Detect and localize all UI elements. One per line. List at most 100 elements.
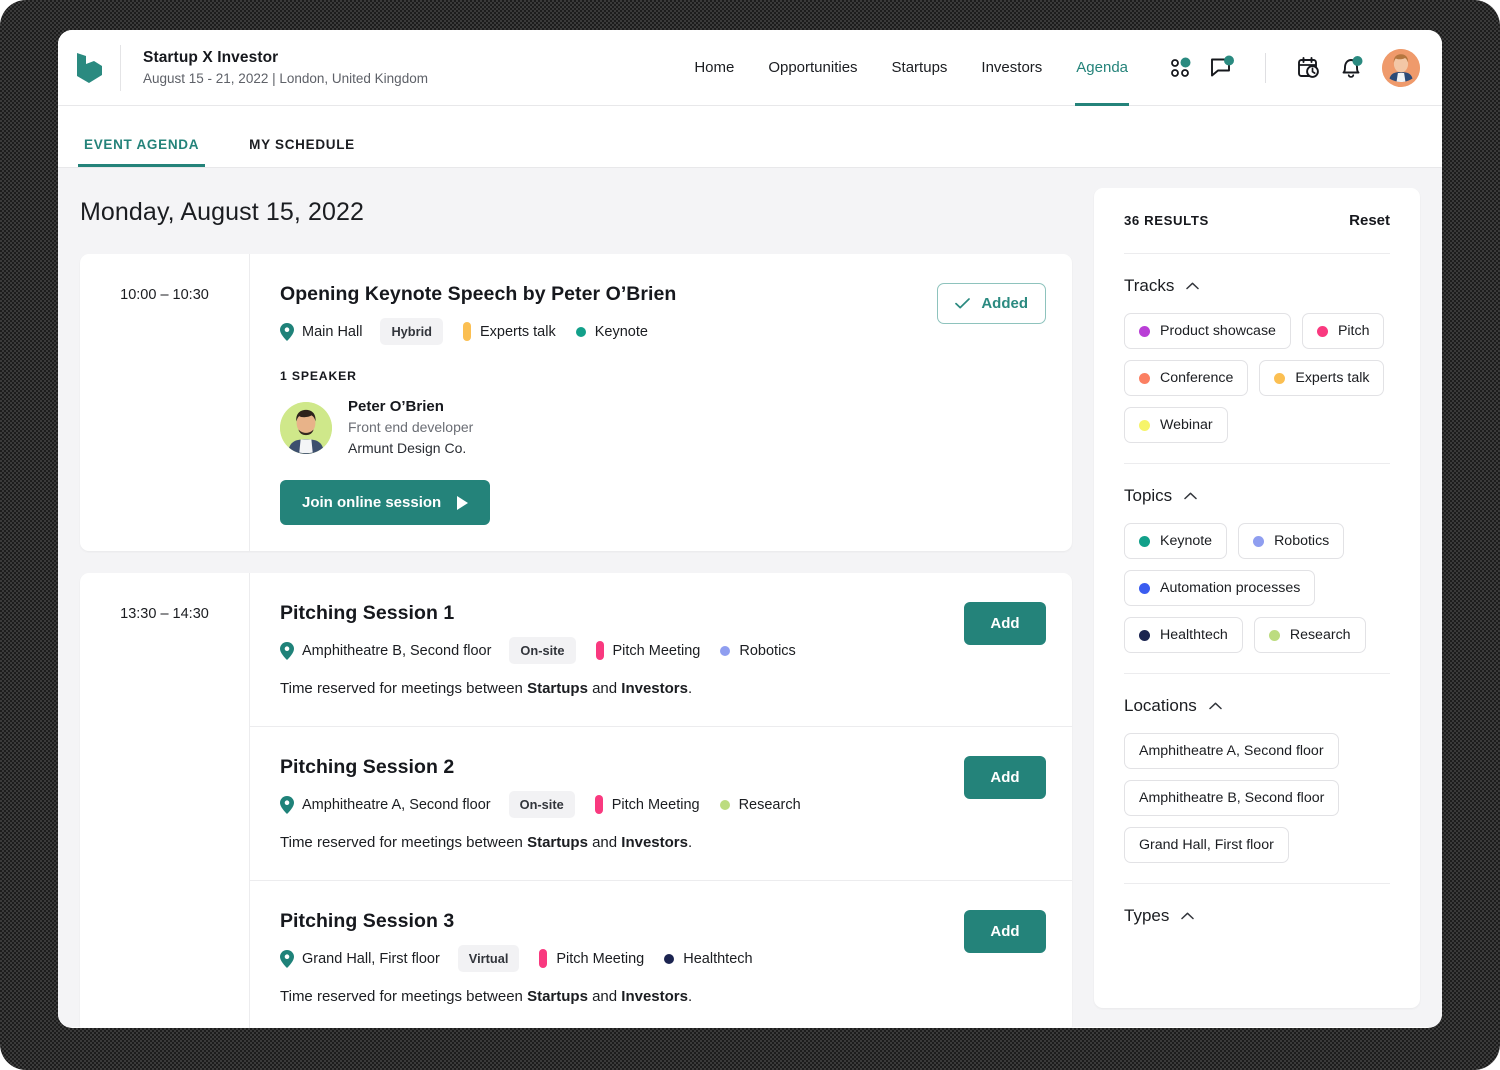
chat-bubble-icon[interactable] <box>1209 55 1235 81</box>
added-button[interactable]: Added <box>937 283 1046 324</box>
topic-color-dot <box>720 645 731 656</box>
session-location-text: Amphitheatre A, Second floor <box>302 796 491 813</box>
filter-group-tracks-header[interactable]: Tracks <box>1124 276 1390 296</box>
topic-label: Robotics <box>739 642 796 659</box>
filter-group-types: Types <box>1124 883 1390 930</box>
brand-text-block: Startup X Investor August 15 - 21, 2022 … <box>120 44 428 91</box>
reset-filters-button[interactable]: Reset <box>1349 212 1390 229</box>
filter-pill[interactable]: Amphitheatre B, Second floor <box>1124 780 1340 816</box>
filter-pill[interactable]: Amphitheatre A, Second floor <box>1124 733 1339 769</box>
filters-panel: 36 RESULTS Reset Tracks Product showcase <box>1094 188 1420 1008</box>
pill-color-dot <box>1139 419 1150 431</box>
session-item: Pitching Session 1 Amphitheatre B, Secon… <box>250 573 1072 726</box>
filter-pill[interactable]: Webinar <box>1124 407 1228 443</box>
agenda-day-title: Monday, August 15, 2022 <box>80 198 364 226</box>
filter-pill[interactable]: Product showcase <box>1124 313 1291 349</box>
add-button[interactable]: Add <box>964 910 1046 953</box>
session-location-text: Grand Hall, First floor <box>302 950 440 967</box>
filter-group-locations-header[interactable]: Locations <box>1124 696 1390 716</box>
desc-part: . <box>687 834 693 851</box>
tab-my-schedule[interactable]: MY SCHEDULE <box>245 137 359 167</box>
pill-label: Amphitheatre B, Second floor <box>1139 790 1325 806</box>
track-color-bar <box>595 641 604 660</box>
bell-notification-icon[interactable] <box>1338 55 1364 81</box>
desc-bold-investors: Investors <box>621 834 688 851</box>
play-icon <box>457 495 469 510</box>
session-action: Add <box>946 754 1046 854</box>
speaker-avatar <box>280 401 332 454</box>
filter-pill[interactable]: Healthtech <box>1124 617 1243 653</box>
speaker-item[interactable]: Peter O’Brien Front end developer Armunt… <box>280 396 919 459</box>
pill-label: Product showcase <box>1160 323 1276 339</box>
pill-color-dot <box>1316 325 1328 337</box>
desc-part: Time reserved for meetings between <box>280 680 528 697</box>
filter-group-title: Topics <box>1124 486 1173 505</box>
session-meta: Grand Hall, First floor Virtual Pitch Me… <box>280 945 946 972</box>
nav-link-opportunities[interactable]: Opportunities <box>751 30 874 106</box>
calendar-clock-icon[interactable] <box>1296 55 1322 81</box>
pill-color-dot <box>1139 372 1150 384</box>
filter-pill[interactable]: Robotics <box>1238 523 1345 559</box>
session-title[interactable]: Opening Keynote Speech by Peter O’Brien <box>280 281 919 307</box>
brand-logo[interactable] <box>58 30 120 106</box>
event-title: Startup X Investor <box>143 48 279 66</box>
topic-color-dot <box>719 799 730 810</box>
track-label: Pitch Meeting <box>556 950 645 967</box>
added-button-label: Added <box>981 295 1028 312</box>
nav-link-startups[interactable]: Startups <box>875 30 965 106</box>
filter-pill[interactable]: Experts talk <box>1259 360 1385 396</box>
speaker-organization: Armunt Design Co. <box>348 440 467 456</box>
agenda-time-block: 10:00 – 10:30 Opening Keynote Speech by … <box>80 254 1072 551</box>
add-button[interactable]: Add <box>964 756 1046 799</box>
session-location: Main Hall <box>280 322 362 341</box>
session-action: Added <box>919 281 1046 525</box>
brand-logo-icon <box>77 52 102 83</box>
tab-event-agenda[interactable]: EVENT AGENDA <box>77 137 206 167</box>
agenda-time-block: 13:30 – 14:30 Pitching Session 1 Amphith… <box>80 573 1072 1028</box>
pill-color-dot <box>1274 372 1286 384</box>
desc-part: and <box>587 988 622 1005</box>
filter-pill[interactable]: Grand Hall, First floor <box>1124 827 1289 863</box>
nav-link-home[interactable]: Home <box>677 30 751 106</box>
apps-grid-icon[interactable] <box>1167 55 1193 81</box>
desc-bold-startups: Startups <box>527 988 588 1005</box>
pill-color-dot <box>1139 535 1150 547</box>
pill-label: Keynote <box>1160 533 1213 549</box>
time-column: 10:00 – 10:30 <box>80 254 250 551</box>
filter-group-types-header[interactable]: Types <box>1124 906 1390 926</box>
chevron-up-icon <box>1181 912 1195 920</box>
filter-pill[interactable]: Research <box>1253 617 1366 653</box>
add-button[interactable]: Add <box>964 602 1046 645</box>
track-color-bar <box>594 795 603 814</box>
desc-part: Time reserved for meetings between <box>280 988 528 1005</box>
nav-link-agenda[interactable]: Agenda <box>1059 30 1145 106</box>
filter-group-topics-header[interactable]: Topics <box>1124 486 1390 506</box>
topic-color-dot <box>575 326 586 337</box>
pill-label: Conference <box>1160 370 1234 386</box>
track-label: Experts talk <box>479 323 556 340</box>
filter-pill[interactable]: Conference <box>1124 360 1249 396</box>
pill-label: Robotics <box>1274 533 1330 549</box>
filter-pill[interactable]: Automation processes <box>1124 570 1316 606</box>
location-pin-icon <box>280 322 294 341</box>
nav-link-investors[interactable]: Investors <box>964 30 1059 106</box>
session-content: Opening Keynote Speech by Peter O’Brien … <box>280 281 919 525</box>
session-location: Grand Hall, First floor <box>280 949 440 968</box>
session-title[interactable]: Pitching Session 1 <box>280 600 946 626</box>
session-topic-tag: Robotics <box>720 642 796 659</box>
app-screenshot: Startup X Investor August 15 - 21, 2022 … <box>0 0 1500 1070</box>
filter-pill[interactable]: Pitch <box>1301 313 1385 349</box>
join-online-session-button[interactable]: Join online session <box>280 480 491 525</box>
user-avatar[interactable] <box>1382 48 1420 87</box>
pill-color-dot <box>1268 629 1280 641</box>
session-title[interactable]: Pitching Session 3 <box>280 908 946 934</box>
session-title[interactable]: Pitching Session 2 <box>280 754 946 780</box>
filter-pill[interactable]: Keynote <box>1124 523 1228 559</box>
page-tabs: EVENT AGENDA MY SCHEDULE <box>58 106 1442 168</box>
chevron-up-icon <box>1184 492 1197 500</box>
page-body: Monday, August 15, 2022 10:00 – 10:30 Op… <box>58 168 1442 1028</box>
chevron-up-icon <box>1186 282 1200 290</box>
filter-group-tracks: Tracks Product showcase Pitch Conference… <box>1124 254 1390 463</box>
track-color-bar <box>539 949 548 968</box>
pill-label: Healthtech <box>1160 627 1228 643</box>
